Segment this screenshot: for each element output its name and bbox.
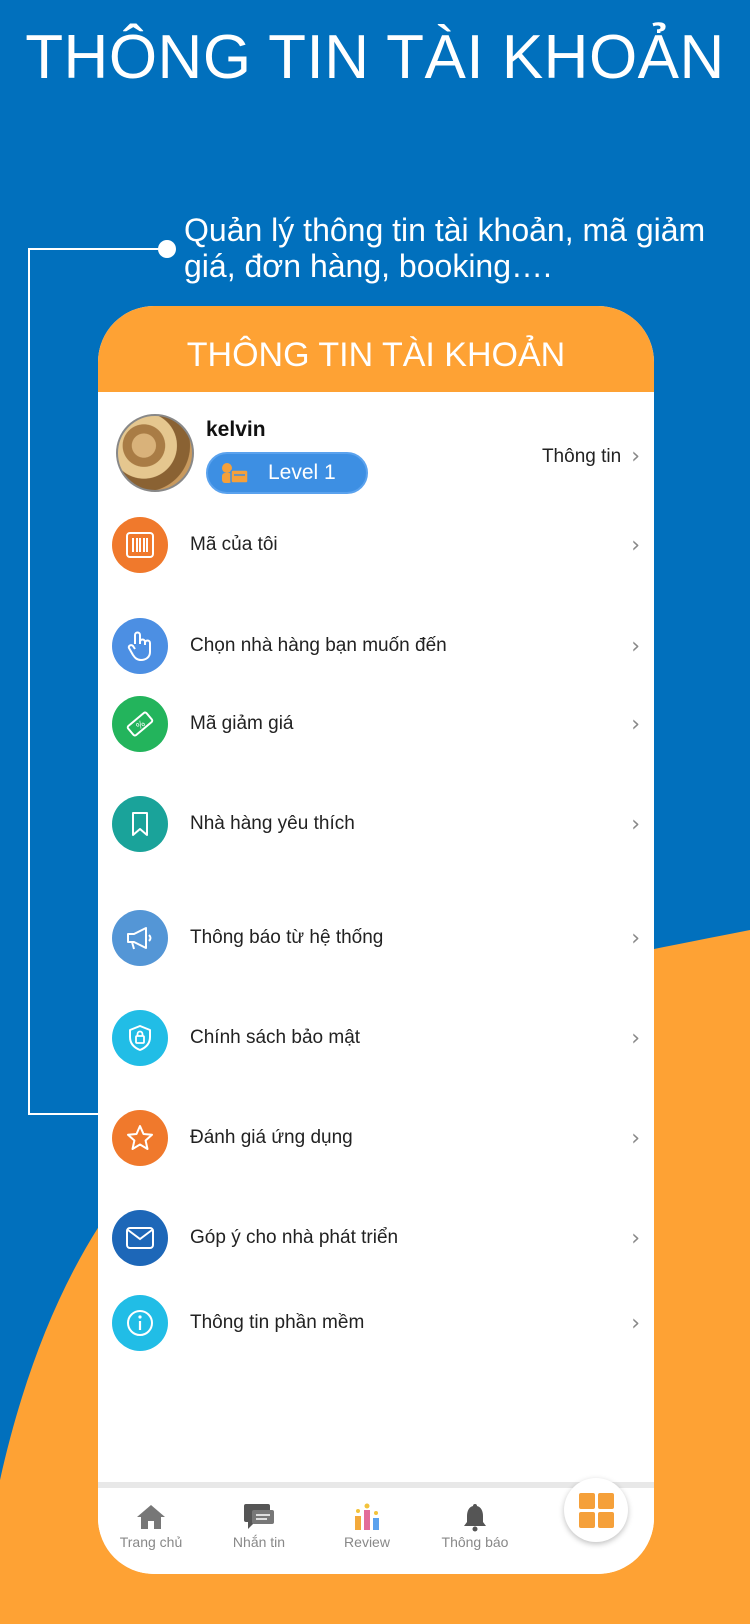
page-heading: THÔNG TIN TÀI KHOẢN	[25, 23, 725, 92]
level-badge[interactable]: Level 1	[206, 452, 368, 494]
chevron-right-icon: ›	[631, 633, 640, 659]
menu-item-my-code[interactable]: Mã của tôi ›	[98, 515, 654, 575]
level-label: Level 1	[268, 461, 336, 484]
grid-icon	[578, 1492, 614, 1528]
menu-label: Nhà hàng yêu thích	[190, 813, 355, 834]
nav-messages[interactable]: Nhắn tin	[214, 1500, 304, 1550]
megaphone-icon	[112, 910, 168, 966]
menu-label: Mã của tôi	[190, 534, 278, 555]
nav-label: Review	[344, 1534, 390, 1550]
shield-icon	[112, 1010, 168, 1066]
nav-review[interactable]: Review	[322, 1500, 412, 1550]
app-header-title: THÔNG TIN TÀI KHOẢN	[186, 335, 566, 374]
pointer-hand-icon	[112, 618, 168, 674]
nav-label: Trang chủ	[119, 1534, 183, 1550]
menu-label: Chọn nhà hàng bạn muốn đến	[190, 635, 447, 656]
chevron-right-icon: ›	[631, 1310, 640, 1336]
ticket-icon: %	[112, 696, 168, 752]
barcode-icon	[112, 517, 168, 573]
nav-notifications[interactable]: Thông báo	[430, 1500, 520, 1550]
bell-icon	[430, 1500, 520, 1534]
svg-text:%: %	[135, 719, 148, 732]
bookmark-icon	[112, 796, 168, 852]
chevron-right-icon: ›	[631, 925, 640, 951]
review-icon	[322, 1500, 412, 1534]
menu-item-coupon[interactable]: % Mã giảm giá ›	[98, 694, 654, 754]
profile-info-label: Thông tin	[541, 445, 622, 467]
menu-label: Đánh giá ứng dụng	[190, 1127, 353, 1148]
star-icon	[112, 1110, 168, 1166]
profile-section[interactable]: kelvin Level 1 Thông tin ›	[98, 392, 654, 522]
menu-item-system-notifications[interactable]: Thông báo từ hệ thống ›	[98, 908, 654, 968]
chevron-right-icon: ›	[631, 1225, 640, 1251]
callout-dot	[158, 240, 176, 258]
member-card-icon	[220, 461, 250, 485]
menu-item-privacy-policy[interactable]: Chính sách bảo mật ›	[98, 1008, 654, 1068]
nav-label: Thông báo	[441, 1534, 509, 1550]
info-icon	[112, 1295, 168, 1351]
chevron-right-icon: ›	[631, 711, 640, 737]
mail-icon	[112, 1210, 168, 1266]
menu-item-favorite-restaurants[interactable]: Nhà hàng yêu thích ›	[98, 794, 654, 854]
chevron-right-icon: ›	[631, 811, 640, 837]
menu-grid-button[interactable]	[564, 1478, 628, 1542]
username: kelvin	[206, 418, 266, 441]
menu-item-feedback[interactable]: Góp ý cho nhà phát triển ›	[98, 1208, 654, 1268]
chevron-right-icon: ›	[631, 444, 640, 469]
chevron-right-icon: ›	[631, 1025, 640, 1051]
avatar[interactable]	[116, 414, 194, 492]
home-icon	[106, 1500, 196, 1534]
nav-home[interactable]: Trang chủ	[106, 1500, 196, 1550]
menu-item-software-info[interactable]: Thông tin phần mềm ›	[98, 1293, 654, 1353]
app-header: THÔNG TIN TÀI KHOẢN	[98, 306, 654, 392]
menu-label: Thông báo từ hệ thống	[190, 927, 384, 948]
menu-item-rate-app[interactable]: Đánh giá ứng dụng ›	[98, 1108, 654, 1168]
menu-label: Thông tin phần mềm	[190, 1312, 365, 1333]
profile-info-link[interactable]: Thông tin ›	[542, 444, 640, 469]
menu-label: Mã giảm giá	[190, 713, 294, 734]
nav-label: Nhắn tin	[232, 1534, 286, 1550]
phone-screen: THÔNG TIN TÀI KHOẢN kelvin Level 1 Thông…	[98, 306, 654, 1574]
menu-label: Chính sách bảo mật	[190, 1027, 361, 1048]
chevron-right-icon: ›	[631, 1125, 640, 1151]
callout-text: Quản lý thông tin tài khoản, mã giảm giá…	[184, 212, 706, 284]
menu-item-choose-restaurant[interactable]: Chọn nhà hàng bạn muốn đến ›	[98, 616, 654, 676]
chevron-right-icon: ›	[631, 532, 640, 558]
menu-label: Góp ý cho nhà phát triển	[190, 1227, 399, 1248]
chat-icon	[214, 1500, 304, 1534]
